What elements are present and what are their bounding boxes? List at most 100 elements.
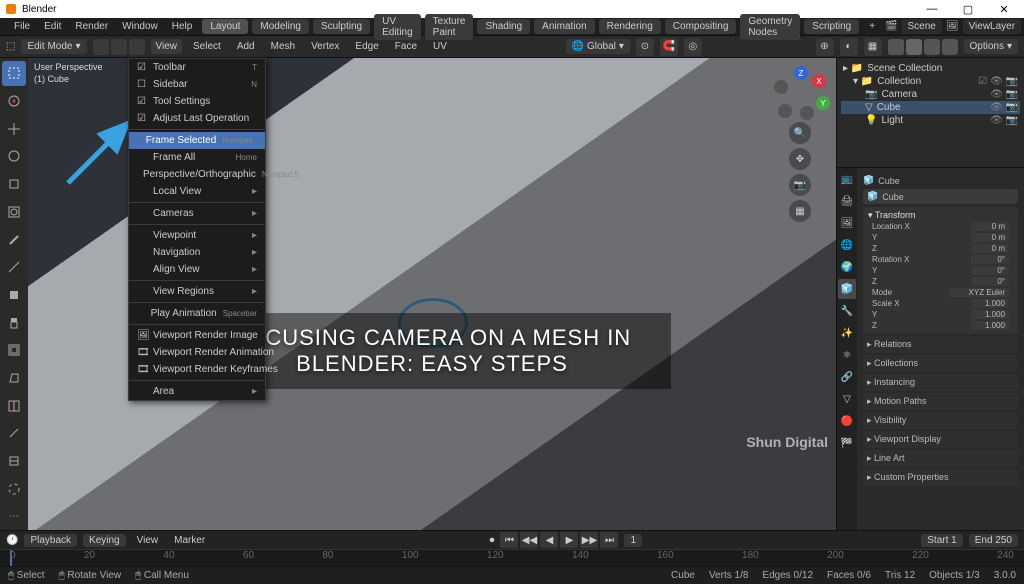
overlays-toggle[interactable]: ◐ [840, 38, 858, 56]
menu-render[interactable]: Render [69, 19, 114, 34]
tool-loopcut[interactable] [2, 393, 26, 418]
tool-cursor[interactable] [2, 89, 26, 114]
panel-collections[interactable]: ▸ Collections [863, 355, 1018, 372]
pan-button[interactable]: ✥ [789, 148, 811, 170]
ptab-data[interactable]: ▽ [838, 389, 856, 409]
ptab-modifier[interactable]: 🔧 [838, 301, 856, 321]
viewmenu-item[interactable]: Perspective/OrthographicNumpad 5 [129, 166, 265, 183]
menu-help[interactable]: Help [166, 19, 199, 34]
minimize-button[interactable]: — [918, 3, 946, 16]
timeline-marker-menu[interactable]: Marker [169, 534, 210, 547]
ptab-object[interactable]: 🧊 [838, 279, 856, 299]
viewport-menu-vertex[interactable]: Vertex [306, 39, 344, 54]
current-frame-field[interactable]: 1 [624, 534, 642, 547]
tool-scale[interactable] [2, 172, 26, 197]
shading-solid[interactable] [906, 39, 922, 55]
tool-transform[interactable] [2, 200, 26, 225]
outliner-item-camera[interactable]: 📷 Camera👁 📷 [841, 88, 1020, 101]
panel-lineart[interactable]: ▸ Line Art [863, 450, 1018, 467]
viewport-menu-uv[interactable]: UV [428, 39, 452, 54]
pivot-dropdown[interactable]: ⊙ [636, 38, 654, 56]
panel-viewportdisplay[interactable]: ▸ Viewport Display [863, 431, 1018, 448]
autokey-toggle[interactable]: ⏺ [489, 535, 494, 546]
panel-relations[interactable]: ▸ Relations [863, 336, 1018, 353]
gizmo-toggle[interactable]: ⊕ [816, 38, 834, 56]
viewmenu-item[interactable]: Navigation▸ [129, 244, 265, 261]
ortho-toggle-button[interactable]: ▦ [789, 200, 811, 222]
workspace-tab-uvediting[interactable]: UV Editing [374, 14, 421, 40]
panel-instancing[interactable]: ▸ Instancing [863, 374, 1018, 391]
panel-customprops[interactable]: ▸ Custom Properties [863, 469, 1018, 486]
viewmenu-item[interactable]: Play AnimationSpacebar [129, 305, 265, 322]
tool-knife[interactable] [2, 421, 26, 446]
outliner[interactable]: ▸ 📁 Scene Collection ▾ 📁 Collection☑ 👁 📷… [837, 58, 1024, 168]
workspace-tab-sculpting[interactable]: Sculpting [313, 19, 370, 34]
viewmenu-item[interactable]: ☑Tool Settings [129, 93, 265, 110]
viewmenu-item[interactable]: View Regions▸ [129, 283, 265, 300]
outliner-item-cube[interactable]: ▽ Cube👁 📷 [841, 101, 1020, 114]
ptab-constraints[interactable]: 🔗 [838, 367, 856, 387]
viewport-menu-face[interactable]: Face [390, 39, 422, 54]
panel-motionpaths[interactable]: ▸ Motion Paths [863, 393, 1018, 410]
viewmenu-item[interactable]: ☐SidebarN [129, 76, 265, 93]
select-mode-face[interactable] [129, 39, 145, 55]
viewmenu-item[interactable]: Local View▸ [129, 183, 265, 200]
viewmenu-item[interactable]: 🎞Viewport Render Keyframes [129, 361, 265, 378]
tool-more[interactable]: ⋯ [2, 504, 26, 529]
outliner-item-light[interactable]: 💡 Light👁 📷 [841, 114, 1020, 127]
tool-inset[interactable] [2, 338, 26, 363]
jump-end-button[interactable]: ⏭ [600, 532, 618, 548]
timeline-track[interactable]: 020406080100120140160180200220240 [0, 549, 1024, 566]
ptab-scene[interactable]: 🌐 [838, 235, 856, 255]
viewmenu-item[interactable]: Frame AllHome [129, 149, 265, 166]
close-button[interactable]: ✕ [990, 3, 1018, 16]
next-key-button[interactable]: ▶▶ [580, 532, 598, 548]
timeline-view-menu[interactable]: View [132, 534, 164, 547]
editor-type-icon[interactable]: ⬚ [6, 41, 15, 52]
tool-measure[interactable] [2, 255, 26, 280]
transform-panel[interactable]: ▾ Transform Location X0 m Y0 m Z0 m Rota… [863, 207, 1018, 334]
ptab-texture[interactable]: 🏁 [838, 433, 856, 453]
ptab-world[interactable]: 🌍 [838, 257, 856, 277]
viewport-menu-add[interactable]: Add [232, 39, 260, 54]
select-mode-vertex[interactable] [93, 39, 109, 55]
play-button[interactable]: ▶ [560, 532, 578, 548]
viewmenu-item[interactable]: Area▸ [129, 383, 265, 400]
panel-visibility[interactable]: ▸ Visibility [863, 412, 1018, 429]
workspace-tab-scripting[interactable]: Scripting [804, 19, 859, 34]
zoom-button[interactable]: 🔍 [789, 122, 811, 144]
viewmenu-item[interactable]: Frame SelectedNumpad . [129, 132, 265, 149]
viewmenu-item[interactable]: Viewpoint▸ [129, 227, 265, 244]
workspace-tab-compositing[interactable]: Compositing [665, 19, 737, 34]
viewlayer-field[interactable]: ViewLayer [963, 19, 1022, 34]
tool-annotate[interactable] [2, 227, 26, 252]
viewmenu-item[interactable]: Cameras▸ [129, 205, 265, 222]
ptab-viewlayer[interactable]: 🖼 [838, 213, 856, 233]
prev-key-button[interactable]: ◀◀ [520, 532, 538, 548]
3d-viewport[interactable]: User Perspective (1) Cube ☑ToolbarT☐Side… [28, 58, 836, 530]
tool-addcube[interactable] [2, 283, 26, 308]
shading-matprev[interactable] [924, 39, 940, 55]
workspace-tab-modeling[interactable]: Modeling [252, 19, 309, 34]
viewmenu-item[interactable]: 🎞Viewport Render Animation [129, 344, 265, 361]
tool-move[interactable] [2, 116, 26, 141]
ptab-material[interactable]: 🔴 [838, 411, 856, 431]
ptab-output[interactable]: 🖨 [838, 191, 856, 211]
end-frame-field[interactable]: End 250 [969, 534, 1018, 547]
timeline-editor-icon[interactable]: 🕐 [6, 535, 18, 546]
viewmenu-item[interactable]: Align View▸ [129, 261, 265, 278]
workspace-tab-layout[interactable]: Layout [202, 19, 248, 34]
tool-extrude[interactable] [2, 310, 26, 335]
snap-toggle[interactable]: 🧲 [660, 38, 678, 56]
viewport-menu-select[interactable]: Select [188, 39, 226, 54]
ptab-physics[interactable]: ⚛ [838, 345, 856, 365]
shading-wireframe[interactable] [888, 39, 904, 55]
play-rev-button[interactable]: ◀ [540, 532, 558, 548]
workspace-tab-animation[interactable]: Animation [534, 19, 594, 34]
tool-select-box[interactable] [2, 61, 26, 86]
xray-toggle[interactable]: ▦ [864, 38, 882, 56]
select-mode-edge[interactable] [111, 39, 127, 55]
object-name-field[interactable]: Cube [878, 176, 900, 186]
timeline-editor[interactable]: 🕐 Playback Keying View Marker ⏺ ⏮ ◀◀ ◀ ▶… [0, 530, 1024, 566]
viewmenu-item[interactable]: 🖼Viewport Render Image [129, 327, 265, 344]
